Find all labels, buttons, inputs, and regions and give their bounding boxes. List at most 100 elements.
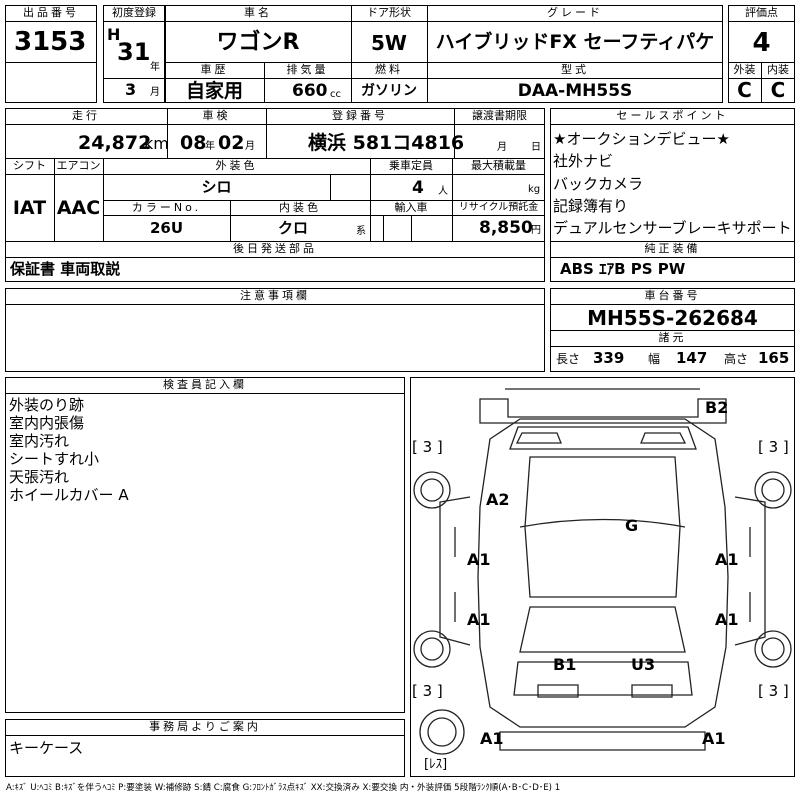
length-label: 長さ [556, 352, 581, 366]
import-label: 輸入車 [394, 201, 428, 214]
mark-a1: A1 [702, 729, 726, 748]
color-number: 26U [149, 219, 184, 237]
legend: A:ｷｽﾞ U:ﾍｺﾐ B:ｷｽﾞを伴うﾍｺﾐ P:要塗装 W:補修跡 S:錆 … [6, 783, 561, 793]
int-grade: C [770, 78, 786, 102]
sales-point-item: デュアルセンサーブレーキサポート [553, 219, 792, 237]
inspector-line: 室内汚れ [9, 432, 70, 450]
ac-label: エアコン [56, 159, 101, 172]
displacement-label: 排気量 [286, 63, 329, 76]
later-parts-label: 後日発送部品 [233, 242, 317, 255]
history: 自家用 [185, 80, 243, 102]
caution-label: 注意事項欄 [240, 289, 310, 302]
inspector-label: 検査員記入欄 [163, 378, 247, 391]
dims-label: 諸元 [658, 331, 687, 344]
fuel-label: 燃料 [375, 63, 403, 76]
transfer-month-unit: 月 [497, 142, 507, 153]
month-unit: 月 [150, 87, 160, 98]
capacity-unit: 人 [438, 186, 448, 197]
ext-grade: C [737, 78, 752, 102]
mileage-unit: km [144, 134, 169, 153]
displacement-unit: cc [330, 89, 341, 100]
model: DAA-MH55S [517, 81, 633, 101]
chassis-label: 車台番号 [644, 289, 701, 302]
lot-number: 3153 [14, 27, 87, 57]
inspector-line: シートすれ小 [9, 450, 100, 468]
score-label: 評価点 [745, 6, 778, 19]
recycle-deposit: 8,850 [479, 218, 533, 238]
door-type: 5W [371, 31, 407, 55]
mark-tire-rear-left: [ 3 ] [412, 682, 443, 700]
plate-label: 登録番号 [332, 109, 388, 122]
mark-a1: A1 [480, 729, 504, 748]
first-reg-label: 初度登録 [112, 6, 156, 19]
car-name-label: 車名 [244, 6, 272, 19]
displacement: 660 [292, 81, 328, 101]
load-label: 最大積載量 [471, 159, 526, 172]
inspection-month: 02 [218, 132, 245, 154]
shift-label: シフト [13, 159, 46, 172]
inspector-line: ホイールカバー A [9, 486, 129, 504]
genuine-equipment: ABS ｴｱB PS PW [560, 260, 686, 278]
width: 147 [676, 349, 708, 367]
interior-color: クロ [277, 219, 308, 237]
sales-points-label: セールスポイント [616, 109, 729, 122]
door-label: ドア形状 [367, 6, 411, 19]
sales-point-item: 社外ナビ [553, 152, 614, 170]
transfer-day-unit: 日 [531, 142, 541, 153]
inspector-line: 室内内張傷 [9, 414, 85, 432]
height: 165 [758, 349, 790, 367]
mileage: 24,872 [78, 132, 152, 154]
genuine-equipment-label: 純正装備 [644, 242, 701, 255]
mark-b1: B1 [553, 655, 577, 674]
capacity: 4 [412, 178, 424, 198]
fuel: ガソリン [361, 83, 417, 99]
width-label: 幅 [648, 352, 661, 366]
length: 339 [593, 349, 625, 367]
shift: IAT [12, 197, 47, 219]
mark-tire-front-left: [ 3 ] [412, 438, 443, 456]
ext-label: 外装 [733, 63, 756, 76]
mark-a1: A1 [715, 550, 739, 569]
car-name: ワゴンR [216, 30, 300, 55]
lot-number-label: 出品番号 [23, 6, 79, 19]
sales-point-item: 記録簿有り [553, 197, 629, 215]
mark-a1: A1 [715, 610, 739, 629]
later-parts: 保証書 車両取説 [10, 260, 121, 278]
mark-a1: A1 [467, 610, 491, 629]
reg-year: 31 [117, 38, 151, 66]
interior-color-unit: 系 [356, 226, 366, 237]
transfer-label: 譲渡書期限 [472, 109, 527, 122]
history-label: 車歴 [200, 63, 229, 76]
grade: ハイブリッドFX セーフティパケ [435, 31, 715, 53]
mark-tire-front-right: [ 3 ] [758, 438, 789, 456]
color-no-label: カラーNo. [131, 201, 202, 214]
office-label: 事務局よりご案内 [149, 720, 261, 733]
mark-g: G [625, 516, 639, 535]
height-label: 高さ [724, 352, 749, 366]
air-conditioner: AAC [56, 197, 101, 219]
year-unit: 年 [150, 62, 160, 73]
interior-color-label: 内装色 [279, 201, 321, 214]
mark-tire-rear-right: [ 3 ] [758, 682, 789, 700]
inspector-line: 天張汚れ [9, 468, 70, 486]
office-note: キーケース [9, 739, 84, 757]
mileage-label: 走行 [72, 109, 100, 122]
inspection-year-unit: 年 [205, 141, 215, 152]
chassis-number: MH55S-262684 [587, 306, 758, 330]
score: 4 [752, 28, 771, 58]
sales-point-item: ★オークションデビュー★ [553, 130, 730, 148]
load-unit: kg [528, 184, 541, 195]
inspector-line: 外装のり跡 [9, 396, 85, 414]
model-label: 型式 [561, 63, 589, 76]
capacity-label: 乗車定員 [389, 159, 433, 172]
recycle-label: リサイクル預託金 [458, 202, 539, 213]
mark-u3: U3 [631, 655, 656, 674]
sales-point-item: バックカメラ [553, 175, 644, 193]
mark-spare-tire: [ﾚｽ] [424, 757, 448, 772]
grade-label: グレード [547, 6, 603, 19]
int-label: 内装 [767, 63, 789, 76]
inspection-year: 08 [180, 132, 207, 154]
inspection-month-unit: 月 [245, 141, 255, 152]
inspection-label: 車検 [202, 109, 231, 122]
recycle-unit: 円 [531, 225, 541, 236]
